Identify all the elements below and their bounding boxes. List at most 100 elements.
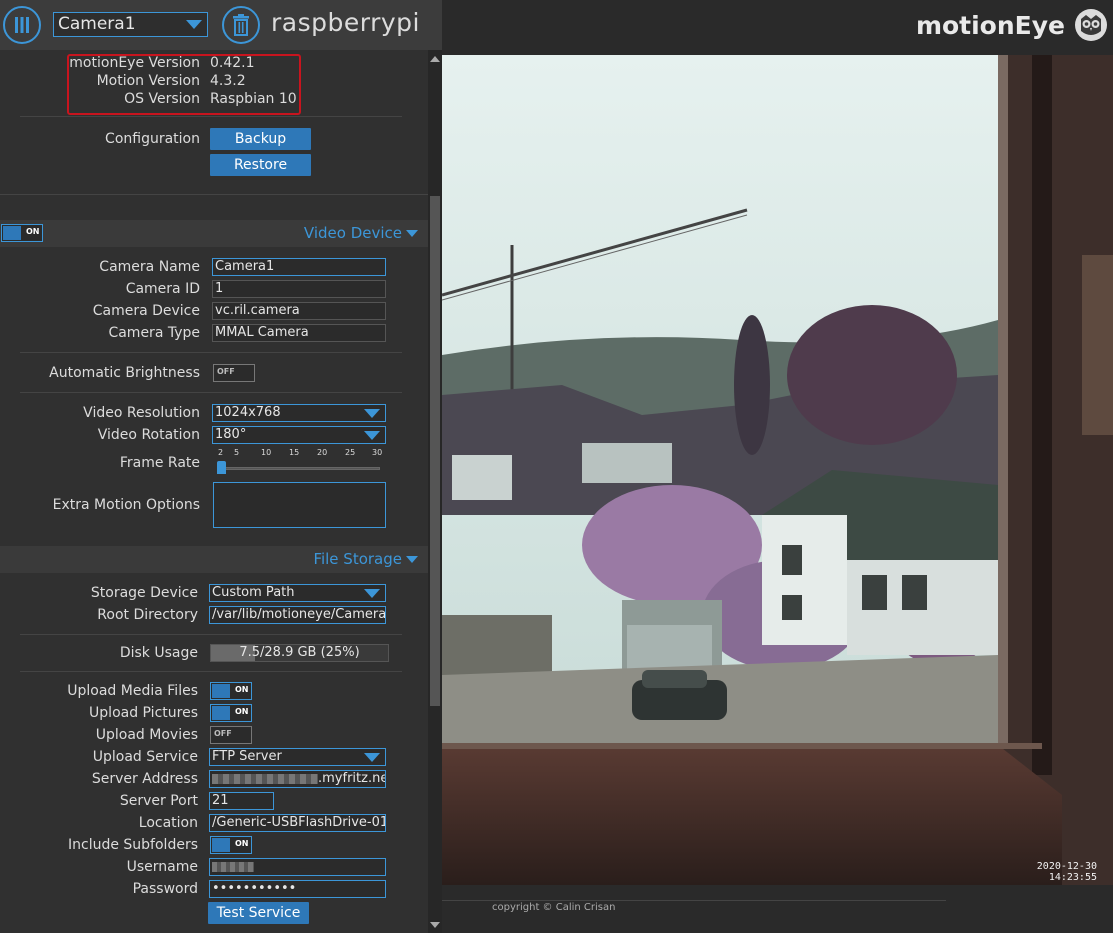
camera-name-input[interactable]: Camera1 bbox=[212, 258, 386, 276]
backup-button[interactable]: Backup bbox=[210, 128, 311, 150]
camera-type-field: MMAL Camera bbox=[212, 324, 386, 342]
scrollbar-thumb[interactable] bbox=[430, 196, 440, 706]
chevron-down-icon bbox=[364, 431, 380, 440]
settings-scrollbar[interactable] bbox=[428, 50, 442, 933]
frame-rate-tick-15: 15 bbox=[289, 448, 300, 457]
chevron-down-icon bbox=[406, 230, 418, 237]
root-directory-label: Root Directory bbox=[97, 607, 198, 623]
toggle-text: ON bbox=[26, 227, 40, 236]
motion-version-label: Motion Version bbox=[96, 73, 200, 89]
configuration-label: Configuration bbox=[105, 131, 200, 147]
file-storage-title: File Storage bbox=[313, 550, 402, 568]
scroll-down-arrow-icon[interactable] bbox=[430, 922, 440, 928]
toggle-knob bbox=[3, 226, 21, 240]
password-input[interactable]: ••••••••••• bbox=[209, 880, 386, 898]
owl-logo-icon bbox=[1075, 9, 1107, 41]
camera-select-value: Camera1 bbox=[58, 14, 136, 34]
settings-menu-button[interactable] bbox=[3, 6, 41, 44]
file-storage-section-header[interactable]: File Storage bbox=[0, 546, 428, 573]
toggle-text: ON bbox=[235, 685, 249, 694]
toggle-knob bbox=[212, 684, 230, 698]
video-rotation-value: 180° bbox=[215, 427, 247, 442]
frame-rate-tick-20: 20 bbox=[317, 448, 328, 457]
upload-service-select[interactable]: FTP Server bbox=[209, 748, 386, 766]
os-version-value: Raspbian 10 bbox=[210, 91, 297, 107]
disk-usage-bar: 7.5/28.9 GB (25%) bbox=[210, 644, 389, 662]
include-subfolders-label: Include Subfolders bbox=[68, 837, 198, 853]
toggle-text: ON bbox=[235, 839, 249, 848]
hostname-title: raspberrypi bbox=[271, 8, 420, 37]
trash-icon bbox=[233, 14, 249, 36]
scroll-up-arrow-icon[interactable] bbox=[430, 56, 440, 62]
divider bbox=[20, 671, 402, 672]
extra-motion-options-label: Extra Motion Options bbox=[52, 497, 200, 513]
video-rotation-select[interactable]: 180° bbox=[212, 426, 386, 444]
server-address-input[interactable]: .myfritz.net bbox=[209, 770, 386, 788]
motion-version-value: 4.3.2 bbox=[210, 73, 246, 89]
location-input[interactable]: /Generic-USBFlashDrive-01 bbox=[209, 814, 386, 832]
storage-device-label: Storage Device bbox=[90, 585, 198, 601]
upload-pictures-label: Upload Pictures bbox=[89, 705, 198, 721]
upload-service-label: Upload Service bbox=[92, 749, 198, 765]
chevron-down-icon bbox=[406, 556, 418, 563]
divider bbox=[20, 392, 402, 393]
camera-enabled-toggle[interactable]: ON bbox=[1, 224, 43, 242]
blurred-text bbox=[212, 861, 254, 872]
frame-rate-tick-10: 10 bbox=[261, 448, 272, 457]
server-port-label: Server Port bbox=[119, 793, 198, 809]
server-port-input[interactable]: 21 bbox=[209, 792, 274, 810]
camera-image bbox=[442, 55, 1113, 885]
motioneye-version-value: 0.42.1 bbox=[210, 55, 255, 71]
camera-device-label: Camera Device bbox=[92, 303, 200, 319]
camera-timestamp: 2020-12-30 14:23:55 bbox=[1037, 861, 1097, 883]
os-version-label: OS Version bbox=[124, 91, 200, 107]
settings-panel: motionEye Version 0.42.1 Motion Version … bbox=[0, 50, 428, 933]
camera-device-field: vc.ril.camera bbox=[212, 302, 386, 320]
upload-movies-toggle[interactable]: OFF bbox=[210, 726, 252, 744]
chevron-down-icon bbox=[364, 589, 380, 598]
frame-rate-slider-handle[interactable] bbox=[217, 461, 226, 474]
test-service-button[interactable]: Test Service bbox=[208, 902, 309, 924]
restore-button[interactable]: Restore bbox=[210, 154, 311, 176]
upload-media-files-label: Upload Media Files bbox=[67, 683, 198, 699]
video-resolution-label: Video Resolution bbox=[83, 405, 200, 421]
divider bbox=[0, 194, 428, 195]
toggle-text: ON bbox=[235, 707, 249, 716]
toggle-text: OFF bbox=[214, 729, 232, 738]
disk-usage-label: Disk Usage bbox=[119, 645, 198, 661]
upload-pictures-toggle[interactable]: ON bbox=[210, 704, 252, 722]
timestamp-date: 2020-12-30 bbox=[1036, 861, 1097, 872]
video-resolution-value: 1024x768 bbox=[215, 405, 281, 420]
username-label: Username bbox=[126, 859, 198, 875]
video-rotation-label: Video Rotation bbox=[97, 427, 200, 443]
upload-movies-label: Upload Movies bbox=[95, 727, 198, 743]
include-subfolders-toggle[interactable]: ON bbox=[210, 836, 252, 854]
camera-frame[interactable]: 2020-12-30 14:23:55 bbox=[442, 55, 1113, 885]
upload-service-value: FTP Server bbox=[212, 749, 282, 764]
motioneye-app: Camera1 raspberrypi motionEye motionEye … bbox=[0, 0, 1113, 933]
timestamp-time: 14:23:55 bbox=[1048, 872, 1097, 883]
divider bbox=[20, 116, 402, 117]
camera-select[interactable]: Camera1 bbox=[53, 12, 208, 37]
divider bbox=[20, 352, 402, 353]
toggle-text: OFF bbox=[217, 367, 235, 376]
auto-brightness-toggle[interactable]: OFF bbox=[213, 364, 255, 382]
storage-device-select[interactable]: Custom Path bbox=[209, 584, 386, 602]
extra-motion-options-textarea[interactable] bbox=[213, 482, 386, 528]
copyright-text: copyright © Calin Crisan bbox=[492, 902, 616, 913]
server-address-label: Server Address bbox=[91, 771, 198, 787]
frame-rate-tick-30: 30 bbox=[372, 448, 383, 457]
upload-media-files-toggle[interactable]: ON bbox=[210, 682, 252, 700]
root-directory-input[interactable]: /var/lib/motioneye/Camera1 bbox=[209, 606, 386, 624]
password-label: Password bbox=[132, 881, 198, 897]
chevron-down-icon bbox=[364, 753, 380, 762]
footer-divider bbox=[442, 900, 946, 901]
server-address-domain: .myfritz.net bbox=[318, 771, 386, 786]
frame-rate-slider-track[interactable] bbox=[219, 467, 380, 470]
video-device-section-header[interactable]: ON Video Device bbox=[0, 220, 428, 247]
chevron-down-icon bbox=[364, 409, 380, 418]
camera-name-label: Camera Name bbox=[99, 259, 200, 275]
username-input[interactable] bbox=[209, 858, 386, 876]
video-resolution-select[interactable]: 1024x768 bbox=[212, 404, 386, 422]
remove-camera-button[interactable] bbox=[222, 6, 260, 44]
